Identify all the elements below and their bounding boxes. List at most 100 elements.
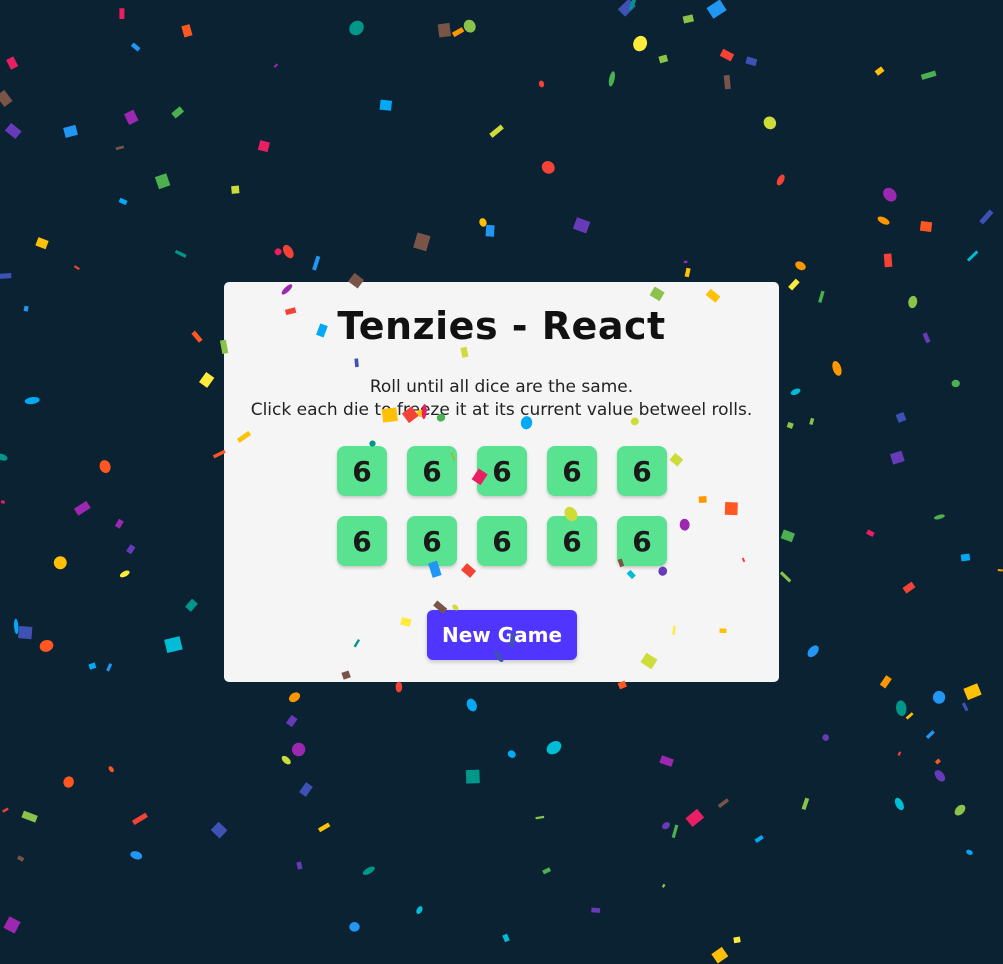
confetti-piece: [21, 810, 38, 823]
confetti-piece: [130, 42, 141, 52]
confetti-piece: [790, 388, 801, 396]
confetti-piece: [131, 812, 148, 826]
confetti-piece: [733, 936, 741, 944]
confetti-piece: [185, 598, 198, 612]
die-1[interactable]: 6: [337, 446, 387, 496]
die-2[interactable]: 6: [407, 446, 457, 496]
confetti-piece: [822, 734, 829, 741]
die-9[interactable]: 6: [547, 516, 597, 566]
confetti-piece: [535, 815, 545, 820]
confetti-piece: [745, 56, 758, 67]
confetti-piece: [174, 249, 187, 258]
confetti-piece: [541, 161, 555, 174]
die-7[interactable]: 6: [407, 516, 457, 566]
confetti-piece: [451, 27, 465, 38]
die-4[interactable]: 6: [547, 446, 597, 496]
confetti-piece: [684, 267, 691, 278]
confetti-piece: [934, 758, 941, 765]
confetti-piece: [485, 224, 495, 237]
confetti-piece: [502, 933, 510, 943]
confetti-piece: [35, 237, 49, 250]
confetti-piece: [662, 822, 670, 830]
confetti-piece: [466, 698, 477, 712]
confetti-piece: [282, 244, 294, 259]
confetti-piece: [489, 124, 504, 138]
confetti-piece: [683, 260, 688, 264]
confetti-piece: [920, 70, 937, 80]
confetti-piece: [979, 209, 994, 225]
confetti-piece: [118, 197, 128, 206]
confetti-piece: [960, 553, 971, 562]
confetti-piece: [479, 218, 487, 227]
page-title: Tenzies - React: [337, 304, 666, 348]
confetti-piece: [897, 751, 902, 756]
confetti-piece: [538, 80, 545, 88]
confetti-piece: [786, 421, 794, 429]
confetti-piece: [723, 74, 731, 90]
die-10[interactable]: 6: [617, 516, 667, 566]
confetti-piece: [292, 742, 306, 757]
confetti-piece: [53, 556, 67, 570]
confetti-piece: [877, 216, 890, 225]
confetti-piece: [164, 636, 183, 654]
confetti-piece: [706, 0, 727, 19]
confetti-piece: [659, 755, 674, 767]
confetti-piece: [99, 460, 111, 474]
confetti-piece: [191, 330, 203, 343]
confetti-piece: [889, 450, 905, 465]
confetti-piece: [572, 217, 591, 234]
confetti-piece: [629, 0, 637, 11]
confetti-piece: [546, 740, 562, 755]
confetti-piece: [106, 663, 113, 672]
confetti-piece: [285, 714, 298, 728]
confetti-piece: [437, 22, 452, 38]
die-3[interactable]: 6: [477, 446, 527, 496]
confetti-piece: [0, 273, 12, 279]
confetti-piece: [416, 906, 423, 915]
confetti-piece: [818, 290, 825, 303]
confetti-piece: [801, 797, 810, 811]
confetti-piece: [126, 544, 136, 555]
confetti-piece: [925, 730, 935, 739]
die-8[interactable]: 6: [477, 516, 527, 566]
confetti-piece: [608, 71, 616, 87]
confetti-piece: [966, 250, 979, 262]
confetti-piece: [13, 618, 19, 635]
confetti-piece: [788, 278, 800, 291]
confetti-piece: [932, 690, 946, 704]
confetti-piece: [465, 769, 480, 784]
confetti-piece: [17, 855, 25, 862]
confetti-piece: [754, 834, 764, 843]
confetti-piece: [199, 371, 215, 388]
confetti-piece: [3, 916, 21, 934]
confetti-piece: [288, 692, 301, 703]
confetti-piece: [4, 122, 22, 139]
confetti-piece: [719, 48, 735, 62]
confetti-piece: [591, 907, 601, 913]
confetti-piece: [919, 221, 933, 232]
confetti-piece: [39, 639, 54, 652]
instructions: Roll until all dice are the same. Click …: [224, 376, 779, 422]
confetti-piece: [954, 804, 966, 816]
confetti-piece: [951, 379, 960, 388]
confetti-piece: [963, 683, 982, 701]
confetti-piece: [0, 500, 6, 504]
confetti-piece: [395, 681, 403, 693]
confetti-piece: [273, 63, 279, 68]
confetti-piece: [894, 797, 904, 811]
confetti-piece: [0, 453, 8, 461]
confetti-piece: [780, 529, 796, 543]
confetti-piece: [18, 625, 33, 640]
confetti-piece: [114, 518, 124, 529]
confetti-piece: [413, 232, 431, 252]
confetti-piece: [617, 0, 636, 17]
confetti-piece: [63, 776, 74, 788]
new-game-button[interactable]: New Game: [427, 610, 577, 660]
confetti-piece: [895, 412, 907, 423]
confetti-piece: [905, 712, 914, 720]
die-6[interactable]: 6: [337, 516, 387, 566]
die-5[interactable]: 6: [617, 446, 667, 496]
confetti-piece: [633, 35, 648, 52]
confetti-piece: [257, 140, 270, 153]
confetti-piece: [73, 265, 80, 271]
